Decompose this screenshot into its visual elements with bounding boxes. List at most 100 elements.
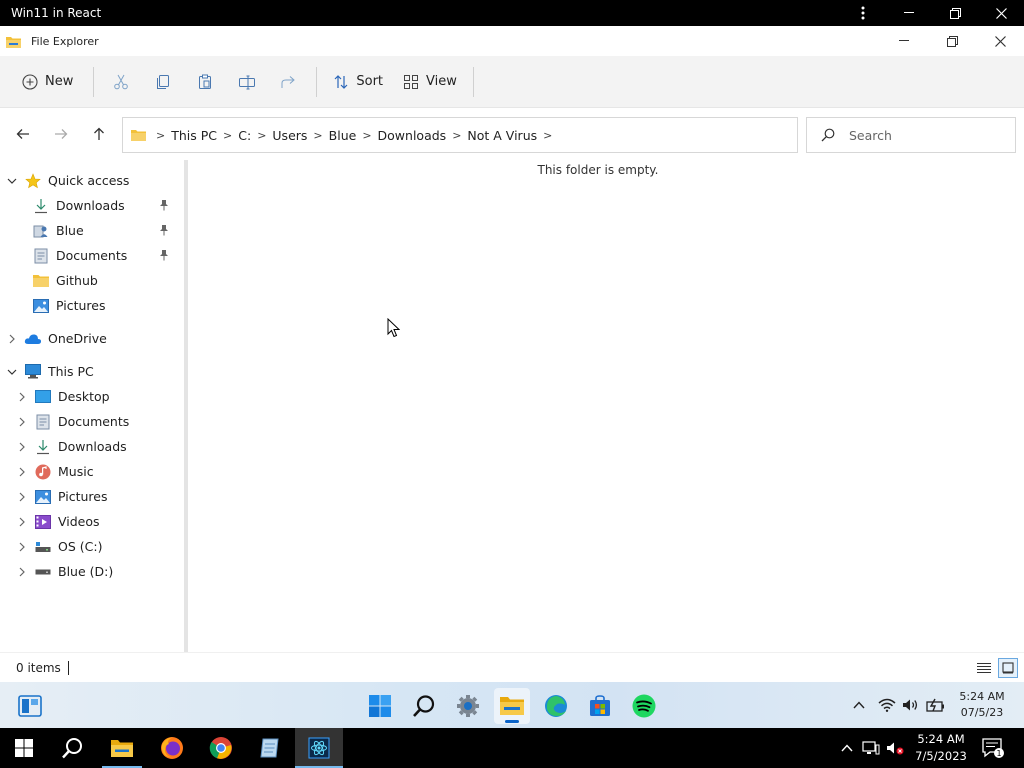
breadcrumb-item[interactable]: Not A Virus (467, 128, 537, 143)
host-start-button[interactable] (0, 728, 48, 768)
forward-button[interactable] (42, 116, 80, 152)
host-volume-button[interactable] (886, 739, 904, 757)
search-icon (821, 128, 835, 142)
widgets-icon (18, 695, 42, 717)
volume-button[interactable] (902, 696, 920, 714)
host-chrome-button[interactable] (197, 728, 245, 768)
cut-button[interactable] (100, 65, 142, 99)
file-explorer-button[interactable] (494, 688, 530, 724)
copy-button[interactable] (142, 65, 184, 99)
breadcrumb[interactable]: > Downloads (356, 128, 446, 143)
chevron-right-icon[interactable] (14, 567, 30, 577)
host-show-hidden-icons-button[interactable] (838, 739, 856, 757)
sidebar-item-documents[interactable]: Documents (32, 243, 127, 268)
sidebar-item-videos[interactable]: Videos (14, 509, 100, 534)
close-button[interactable] (976, 26, 1024, 56)
address-bar[interactable]: > This PC > C: > Users > Blue > Downloads > No… (122, 117, 798, 153)
spotify-button[interactable] (626, 688, 662, 724)
sidebar-item-downloads[interactable]: Downloads (32, 193, 125, 218)
chevron-right-icon[interactable] (14, 417, 30, 427)
desktop-icon (34, 388, 52, 406)
back-button[interactable] (4, 116, 42, 152)
breadcrumb[interactable]: > Users (251, 128, 307, 143)
view-button-label: View (426, 74, 457, 89)
breadcrumb-item[interactable]: Downloads (378, 128, 447, 143)
store-button[interactable] (582, 688, 618, 724)
chevron-right-icon[interactable] (14, 392, 30, 402)
breadcrumb[interactable]: > Blue (307, 128, 356, 143)
new-button[interactable]: New (12, 65, 87, 99)
search-icon (413, 695, 435, 717)
maximize-button[interactable] (928, 26, 976, 56)
sidebar-item-github[interactable]: Github (32, 268, 98, 293)
battery-button[interactable] (926, 696, 944, 714)
host-close-button[interactable] (978, 0, 1024, 26)
file-list-area[interactable]: This folder is empty. (188, 160, 1024, 652)
chevron-right-icon[interactable] (4, 334, 20, 344)
sidebar-item-pictures-pc[interactable]: Pictures (14, 484, 108, 509)
chevron-right-icon[interactable] (14, 492, 30, 502)
breadcrumb-item[interactable]: Users (272, 128, 307, 143)
view-button[interactable]: View (393, 65, 467, 99)
chevron-right-icon[interactable] (14, 517, 30, 527)
start-button[interactable] (362, 688, 398, 724)
sidebar-item-music[interactable]: Music (14, 459, 94, 484)
chevron-right-icon: > (452, 128, 462, 142)
sidebar-item-pictures[interactable]: Pictures (32, 293, 106, 318)
widgets-button[interactable] (12, 688, 48, 724)
breadcrumb[interactable]: > Not A Virus > (446, 128, 558, 143)
sidebar-item-blue[interactable]: Blue (32, 218, 84, 243)
host-notepad-button[interactable] (246, 728, 294, 768)
sidebar-item-downloads-pc[interactable]: Downloads (14, 434, 127, 459)
host-search-button[interactable] (48, 728, 96, 768)
host-network-button[interactable] (862, 739, 880, 757)
explorer-window-title: File Explorer (31, 34, 99, 48)
sidebar-item-drive-c[interactable]: OS (C:) (14, 534, 102, 559)
rename-button[interactable] (226, 65, 268, 99)
host-notification-button[interactable]: 1 (982, 737, 1004, 759)
search-button[interactable] (406, 688, 442, 724)
host-minimize-button[interactable] (886, 0, 932, 26)
breadcrumb[interactable]: > This PC (150, 128, 217, 143)
tiles-view-button[interactable] (998, 658, 1018, 678)
breadcrumb-item[interactable]: C: (238, 128, 251, 143)
host-file-explorer-button[interactable] (98, 728, 146, 768)
breadcrumb-item[interactable]: Blue (329, 128, 357, 143)
share-button[interactable] (268, 65, 310, 99)
search-box[interactable]: Search (806, 117, 1016, 153)
search-input[interactable]: Search (849, 128, 892, 143)
paste-button[interactable] (184, 65, 226, 99)
show-hidden-icons-button[interactable] (850, 696, 868, 714)
sidebar-item-drive-d[interactable]: Blue (D:) (14, 559, 113, 584)
host-clock-time: 5:24 AM (917, 732, 965, 746)
sidebar-item-desktop[interactable]: Desktop (14, 384, 110, 409)
chevron-right-icon[interactable] (14, 467, 30, 477)
breadcrumb[interactable]: > C: (217, 128, 251, 143)
edge-button[interactable] (538, 688, 574, 724)
host-win11-react-button[interactable] (295, 728, 343, 768)
sidebar-item-documents-pc[interactable]: Documents (14, 409, 129, 434)
details-view-button[interactable] (974, 658, 994, 678)
settings-button[interactable] (450, 688, 486, 724)
breadcrumb-item[interactable]: This PC (171, 128, 217, 143)
chevron-down-icon[interactable] (4, 178, 20, 184)
user-folder-icon (32, 222, 50, 240)
up-button[interactable] (80, 116, 118, 152)
host-more-button[interactable] (840, 0, 886, 26)
host-clock[interactable]: 5:24 AM 7/5/2023 (910, 731, 972, 765)
restore-icon (949, 7, 961, 19)
inner-clock[interactable]: 5:24 AM 07/5/23 (950, 689, 1014, 721)
chevron-right-icon[interactable] (14, 442, 30, 452)
wifi-button[interactable] (878, 696, 896, 714)
chevron-down-icon[interactable] (4, 369, 20, 375)
host-firefox-button[interactable] (148, 728, 196, 768)
minimize-button[interactable] (880, 26, 928, 56)
pin-icon (158, 224, 170, 236)
chevron-right-icon[interactable] (14, 542, 30, 552)
gear-icon (457, 695, 479, 717)
sidebar-item-this-pc[interactable]: This PC (4, 359, 94, 384)
sort-button[interactable]: Sort (323, 65, 393, 99)
sidebar-item-quick-access[interactable]: Quick access (4, 168, 129, 193)
host-restore-button[interactable] (932, 0, 978, 26)
sidebar-item-onedrive[interactable]: OneDrive (4, 326, 107, 351)
